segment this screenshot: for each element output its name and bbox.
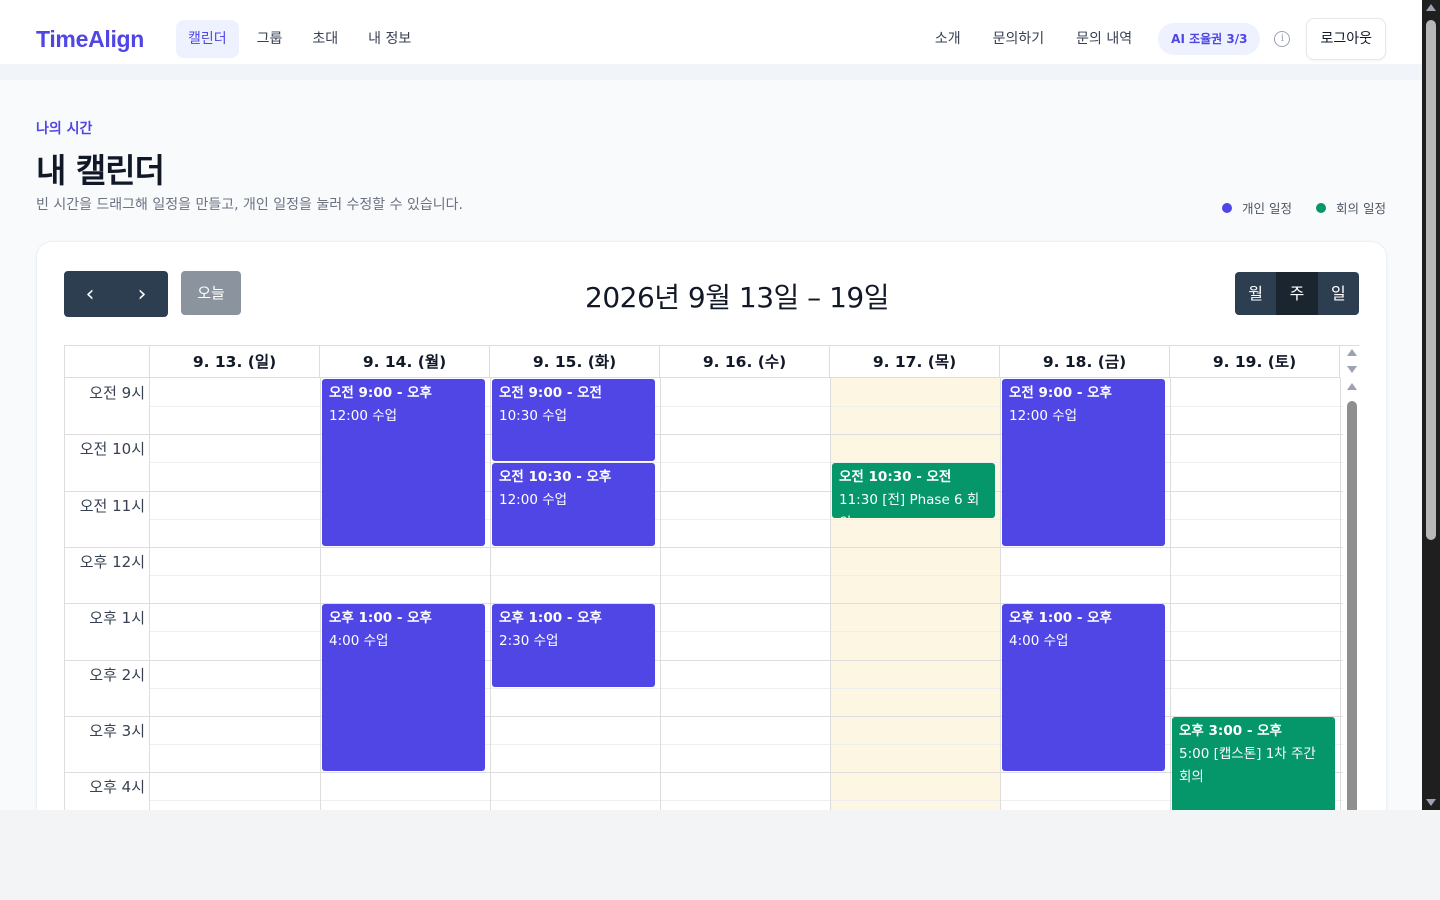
event-title: 12:00 수업 <box>499 492 568 509</box>
scroll-down-icon[interactable] <box>1426 799 1436 806</box>
day-column-line <box>830 378 831 810</box>
time-label: 오전 10시 <box>79 440 145 459</box>
scroll-down-icon[interactable] <box>1347 366 1357 373</box>
personal-event[interactable]: 오후 1:00 - 오후 4:00 수업 <box>1002 604 1165 772</box>
time-label: 오후 12시 <box>79 552 145 571</box>
legend-personal: 개인 일정 <box>1222 198 1292 217</box>
day-header[interactable]: 9. 15. (화) <box>490 346 660 378</box>
nav-item-about[interactable]: 소개 <box>923 20 973 58</box>
day-header[interactable]: 9. 16. (수) <box>660 346 830 378</box>
day-header[interactable]: 9. 18. (금) <box>1000 346 1170 378</box>
browser-viewport: TimeAlign 캘린더 그룹 초대 내 정보 소개 문의하기 문의 내역 A… <box>0 0 1422 810</box>
event-title: 10:30 수업 <box>499 408 568 424</box>
day-header-row: 9. 13. (일) 9. 14. (월) 9. 15. (화) 9. 16. (수)… <box>65 346 1343 378</box>
scroll-up-icon[interactable] <box>1426 4 1436 11</box>
time-label: 오전 11시 <box>79 496 145 515</box>
event-time: 오후 1:00 - 오후 <box>1009 610 1112 627</box>
view-day-button[interactable]: 일 <box>1317 272 1359 315</box>
legend-meeting: 회의 일정 <box>1316 198 1386 217</box>
event-title: 12:00 수업 <box>1009 408 1078 424</box>
nav-item-inquiry-history[interactable]: 문의 내역 <box>1064 20 1144 58</box>
week-calendar: 9. 13. (일) 9. 14. (월) 9. 15. (화) 9. 16. (수)… <box>64 345 1359 810</box>
page-eyebrow: 나의 시간 <box>36 121 93 137</box>
event-title: 4:00 수업 <box>1009 633 1069 650</box>
legend-personal-label: 개인 일정 <box>1242 201 1293 216</box>
event-title: 12:00 수업 <box>329 408 398 424</box>
event-time: 오전 10:30 - 오전 <box>839 469 952 486</box>
event-time: 오전 9:00 - 오후 <box>329 385 432 401</box>
personal-event[interactable]: 오전 10:30 - 오후 12:00 수업 <box>492 463 655 546</box>
event-title: 4:00 수업 <box>329 633 389 650</box>
day-column-line <box>660 378 661 810</box>
page-scrollbar[interactable] <box>1422 0 1440 810</box>
scroll-up-icon[interactable] <box>1347 349 1357 356</box>
day-column-line <box>1000 378 1001 810</box>
day-column-line <box>149 378 150 810</box>
calendar-scrollbar[interactable] <box>1343 346 1359 810</box>
event-legend: 개인 일정 회의 일정 <box>1198 198 1386 217</box>
page-description: 빈 시간을 드래그해 일정을 만들고, 개인 일정을 눌러 수정할 수 있습니다… <box>36 197 463 213</box>
time-label: 오전 9시 <box>89 384 145 402</box>
hour-line <box>65 772 1343 774</box>
personal-dot-icon <box>1222 202 1233 213</box>
meeting-dot-icon <box>1316 202 1327 213</box>
meeting-event[interactable]: 오전 10:30 - 오전 11:30 [전] Phase 6 회의 <box>832 463 995 518</box>
half-hour-line <box>150 800 1343 802</box>
day-header[interactable]: 9. 17. (목) <box>830 346 1000 378</box>
view-month-button[interactable]: 월 <box>1235 272 1277 315</box>
day-header[interactable]: 9. 13. (일) <box>150 346 320 378</box>
meeting-event[interactable]: 오후 3:00 - 오후 5:00 [캡스톤] 1차 주간 회의 <box>1172 716 1335 810</box>
personal-event[interactable]: 오전 9:00 - 오후 12:00 수업 <box>322 379 485 546</box>
event-title: 2:30 수업 <box>499 633 559 650</box>
view-switcher: 월 주 일 <box>1235 272 1359 315</box>
ai-credit-badge[interactable]: AI 조율권 3/3 <box>1158 23 1261 55</box>
nav-item-contact[interactable]: 문의하기 <box>981 20 1057 58</box>
event-time: 오후 1:00 - 오후 <box>499 610 602 627</box>
day-column-line <box>1170 378 1171 810</box>
event-time: 오후 3:00 - 오후 <box>1179 722 1282 739</box>
main-nav: 캘린더 그룹 초대 내 정보 <box>176 20 429 58</box>
event-time: 오후 1:00 - 오후 <box>329 610 432 627</box>
personal-event[interactable]: 오후 1:00 - 오후 2:30 수업 <box>492 604 655 687</box>
app-logo[interactable]: TimeAlign <box>36 26 144 53</box>
scroll-thumb[interactable] <box>1347 401 1357 810</box>
event-time: 오전 9:00 - 오후 <box>1009 385 1112 401</box>
time-label: 오후 4시 <box>89 778 145 797</box>
utility-nav: 소개 문의하기 문의 내역 AI 조율권 3/3 i 로그아웃 <box>919 18 1386 60</box>
event-title: 11:30 [전] Phase 6 회의 <box>839 492 980 517</box>
time-label: 오후 3시 <box>89 721 145 740</box>
hour-line <box>65 546 1343 548</box>
scroll-thumb[interactable] <box>1426 20 1436 540</box>
view-week-button[interactable]: 주 <box>1276 272 1318 315</box>
time-label: 오후 1시 <box>89 609 145 628</box>
logout-button[interactable]: 로그아웃 <box>1306 18 1386 60</box>
day-header[interactable]: 9. 14. (월) <box>320 346 490 378</box>
top-navigation-bar: TimeAlign 캘린더 그룹 초대 내 정보 소개 문의하기 문의 내역 A… <box>0 0 1422 80</box>
date-range-title: 2026년 9월 13일 – 19일 <box>585 281 889 314</box>
half-hour-line <box>150 575 1343 577</box>
personal-event[interactable]: 오후 1:00 - 오후 4:00 수업 <box>322 604 485 772</box>
today-column-highlight <box>830 378 1000 810</box>
event-time: 오전 10:30 - 오후 <box>499 469 612 486</box>
event-title: 5:00 [캡스톤] 1차 주간 회의 <box>1179 745 1316 785</box>
nav-item-calendar[interactable]: 캘린더 <box>176 20 239 58</box>
header-band <box>0 64 1422 80</box>
info-icon[interactable]: i <box>1274 31 1291 47</box>
nav-item-my-info[interactable]: 내 정보 <box>356 20 423 58</box>
day-column-line <box>320 378 321 810</box>
time-grid[interactable]: 오전 9시 오전 10시 오전 11시 오후 12시 오후 1시 오후 2시 오후 3시 오후… <box>65 378 1343 810</box>
personal-event[interactable]: 오전 9:00 - 오후 12:00 수업 <box>1002 379 1165 546</box>
personal-event[interactable]: 오전 9:00 - 오전 10:30 수업 <box>492 379 655 462</box>
page-title: 내 캘린더 <box>36 151 165 190</box>
legend-meeting-label: 회의 일정 <box>1336 201 1386 216</box>
nav-item-invites[interactable]: 초대 <box>300 20 350 58</box>
time-label: 오후 2시 <box>89 665 145 684</box>
event-time: 오전 9:00 - 오전 <box>499 385 602 401</box>
day-header[interactable]: 9. 19. (토) <box>1170 346 1340 378</box>
header-corner <box>65 346 150 378</box>
day-column-line <box>1340 378 1341 810</box>
nav-item-groups[interactable]: 그룹 <box>245 20 295 58</box>
day-column-line <box>490 378 491 810</box>
scroll-up-icon[interactable] <box>1347 383 1357 390</box>
